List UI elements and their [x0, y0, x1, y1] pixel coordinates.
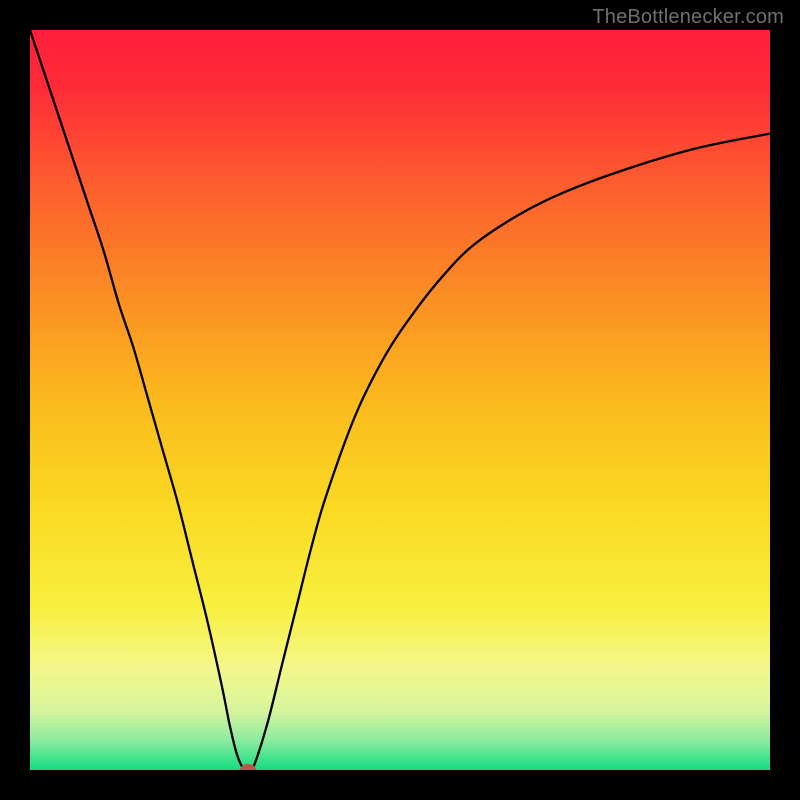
watermark-text: TheBottlenecker.com	[592, 6, 784, 29]
chart-frame: TheBottlenecker.com	[0, 0, 800, 800]
curve-layer	[30, 30, 770, 770]
plot-area	[30, 30, 770, 770]
bottleneck-curve	[30, 30, 770, 770]
minimum-marker	[240, 764, 256, 770]
